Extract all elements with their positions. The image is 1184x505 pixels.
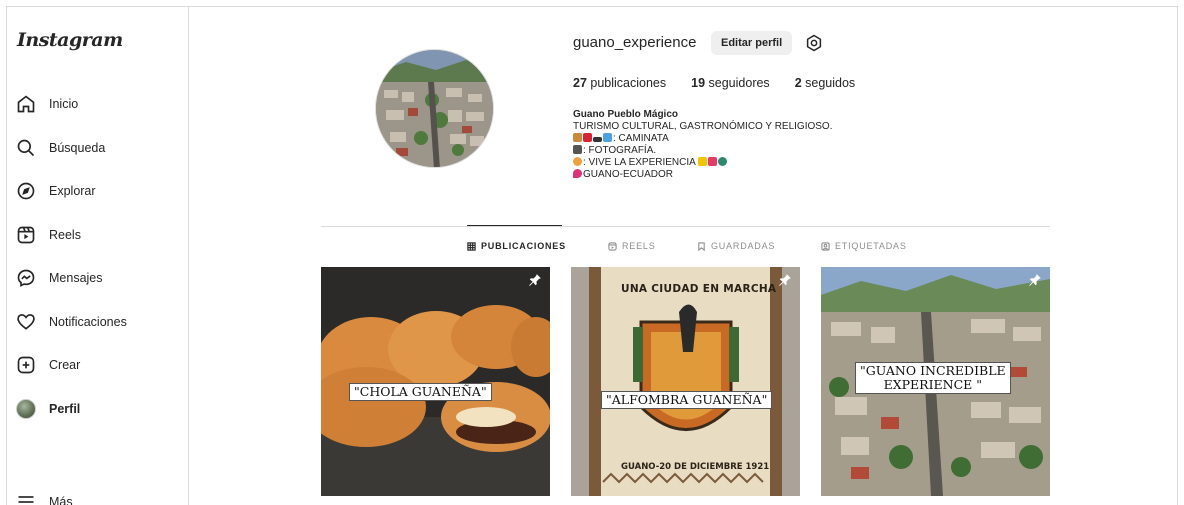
sidebar-item-explorar[interactable]: Explorar (15, 176, 180, 206)
sidebar-item-label: Inicio (49, 97, 79, 111)
bio-line-caminata: : CAMINATA (573, 133, 893, 145)
tagged-icon (821, 241, 830, 251)
edit-profile-button[interactable]: Editar perfil (711, 31, 793, 55)
avatar (15, 398, 37, 420)
pin-emoji-icon (573, 169, 582, 178)
sidebar-item-notificaciones[interactable]: Notificaciones (15, 307, 180, 337)
post-caption: "GUANO INCREDIBLE EXPERIENCE " (855, 362, 1011, 394)
post-banner-top: UNA CIUDAD EN MARCHA (621, 283, 777, 295)
sparkles-emoji-icon (698, 157, 708, 166)
camera-emoji-icon (573, 145, 582, 154)
instagram-logo[interactable]: Instagram (17, 29, 123, 51)
compass-icon (15, 180, 37, 202)
bio-line-location: GUANO-ECUADOR (573, 169, 893, 181)
tab-reels[interactable]: REELS (608, 241, 656, 251)
sidebar-item-label: Búsqueda (49, 141, 106, 155)
tabs-divider (321, 226, 1050, 227)
bio-line: TURISMO CULTURAL, GASTRONÓMICO Y RELIGIO… (573, 121, 833, 132)
hamburger-icon (15, 491, 37, 505)
tab-guardadas[interactable]: GUARDADAS (697, 241, 775, 251)
globe-emoji-icon (718, 157, 728, 166)
reels-icon (15, 224, 37, 246)
bio-line-experiencia: : VIVE LA EXPERIENCIA (573, 157, 893, 169)
sidebar-item-mensajes[interactable]: Mensajes (15, 263, 180, 293)
sidebar-item-label: Mensajes (49, 271, 103, 285)
post-alfombra-guanena[interactable]: UNA CIUDAD EN MARCHA GUANO-20 DE DICIEMB… (571, 267, 800, 496)
glasses-emoji-icon (593, 137, 602, 142)
bookmark-icon (697, 241, 706, 251)
app-window: Instagram Inicio Búsqueda Explorar Reels (6, 6, 1178, 505)
plus-square-icon (15, 354, 37, 376)
home-icon (15, 93, 37, 115)
profile-avatar[interactable] (375, 49, 494, 168)
heart-icon (15, 311, 37, 333)
sidebar-item-label: Notificaciones (49, 315, 127, 329)
pinned-icon (528, 273, 542, 292)
sidebar-item-label: Reels (49, 228, 81, 242)
search-icon (15, 137, 37, 159)
bio-line-fotografia: : FOTOGRAFÍA. (573, 145, 893, 157)
post-caption: "CHOLA GUANEÑA" (349, 383, 492, 401)
pinned-icon (1028, 273, 1042, 292)
active-tab-indicator (467, 225, 562, 226)
bio-name: Guano Pueblo Mágico (573, 109, 679, 120)
sidebar-item-label: Crear (49, 358, 81, 372)
reels-tab-icon (608, 241, 617, 251)
posts-count[interactable]: 27 publicaciones (573, 76, 666, 90)
post-guano-incredible-experience[interactable]: "GUANO INCREDIBLE EXPERIENCE " (821, 267, 1050, 496)
post-caption: "ALFOMBRA GUANEÑA" (601, 391, 773, 409)
tab-etiquetadas[interactable]: ETIQUETADAS (821, 241, 907, 251)
followers-count[interactable]: 19 seguidores (691, 76, 770, 90)
sidebar-item-reels[interactable]: Reels (15, 220, 180, 250)
post-chola-guanena[interactable]: "CHOLA GUANEÑA" (321, 267, 550, 496)
bottle-emoji-icon (603, 133, 612, 142)
messenger-icon (15, 267, 37, 289)
pinned-icon (778, 273, 792, 292)
hearts-emoji-icon (708, 157, 718, 166)
sidebar-item-perfil[interactable]: Perfil (15, 394, 180, 424)
following-count[interactable]: 2 seguidos (795, 76, 855, 90)
tab-publicaciones[interactable]: PUBLICACIONES (467, 241, 566, 251)
sidebar-item-label: Más (49, 495, 73, 505)
sidebar-item-label: Perfil (49, 402, 81, 416)
sidebar-item-busqueda[interactable]: Búsqueda (15, 133, 180, 163)
shoe-emoji-icon (573, 133, 582, 142)
profile-stats: 27 publicaciones 19 seguidores 2 seguido… (573, 76, 880, 90)
profile-username: guano_experience (573, 34, 697, 51)
profile-bio: Guano Pueblo Mágico TURISMO CULTURAL, GA… (573, 109, 893, 181)
face-emoji-icon (573, 157, 582, 166)
sidebar-item-mas[interactable]: Más (15, 487, 180, 505)
settings-gear-icon[interactable] (803, 32, 825, 54)
post-banner-bottom: GUANO-20 DE DICIEMBRE 1921 (621, 462, 770, 472)
grid-icon (467, 241, 476, 251)
sidebar-item-crear[interactable]: Crear (15, 350, 180, 380)
sidebar-item-label: Explorar (49, 184, 96, 198)
backpack-emoji-icon (583, 133, 592, 142)
sidebar: Instagram Inicio Búsqueda Explorar Reels (7, 7, 189, 505)
sidebar-item-inicio[interactable]: Inicio (15, 89, 180, 119)
